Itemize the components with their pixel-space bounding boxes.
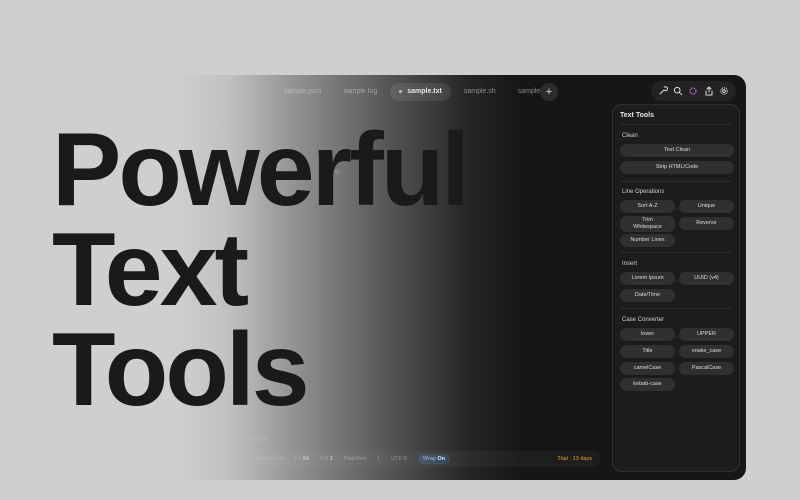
upper-case-button[interactable]: UPPER [679, 328, 734, 341]
text-clean-button[interactable]: Text Clean [620, 144, 734, 157]
panel-title: Text Tools [620, 112, 654, 119]
number-lines-button[interactable]: Number Lines [620, 234, 675, 247]
wrench-icon[interactable] [657, 85, 669, 97]
snake-case-button[interactable]: snake_case [679, 345, 734, 358]
divider [620, 181, 732, 182]
uuid-button[interactable]: UUID (v4) [679, 272, 734, 285]
tab-sample-log[interactable]: sample.log [334, 83, 386, 101]
text-tools-panel: Text Tools Clean Text Clean Strip HTML/C… [612, 104, 740, 472]
encoding-indicator[interactable]: UTF-8 [391, 456, 407, 462]
tab-sample-txt[interactable]: sample.txt [390, 83, 451, 101]
status-bar: Read 2 min Ln 64 Col 1 PlainText 1 UTF-8… [248, 451, 600, 467]
trial-badge[interactable]: Trial · 13 days [557, 456, 592, 462]
strip-html-button[interactable]: Strip HTML/Code [620, 161, 734, 174]
wrap-toggle[interactable]: Wrap On [417, 454, 450, 464]
title-case-button[interactable]: Title [620, 345, 675, 358]
section-title-insert: Insert [622, 261, 638, 267]
headline-line: Tools [52, 312, 310, 428]
date-time-button[interactable]: Date/Time [620, 289, 675, 302]
lower-case-button[interactable]: lower [620, 328, 675, 341]
tab-sample-sh[interactable]: sample.sh [455, 83, 505, 101]
divider [620, 252, 732, 253]
theme-icon[interactable] [687, 85, 699, 97]
divider [620, 308, 732, 309]
camel-case-button[interactable]: camelCase [620, 362, 675, 375]
divider [620, 124, 732, 125]
sort-az-button[interactable]: Sort A-Z [620, 200, 675, 213]
syntax-selector[interactable]: PlainText [344, 456, 366, 462]
section-title-clean: Clean [622, 133, 638, 139]
kebab-case-button[interactable]: kebab-case [620, 378, 675, 391]
search-icon[interactable] [672, 85, 684, 97]
read-time: Read 2 min [256, 456, 285, 462]
headline: Powerful Text Tools [52, 112, 470, 428]
pascal-case-button[interactable]: PascalCase [679, 362, 734, 375]
trim-whitespace-button[interactable]: Trim Whitespace [620, 216, 675, 232]
section-title-line-operations: Line Operations [622, 189, 665, 195]
unique-button[interactable]: Unique [679, 200, 734, 213]
tab-label: sample.txt [407, 88, 442, 95]
modified-dot-icon [399, 89, 403, 93]
editor-text-line: A, is/ook [238, 434, 269, 443]
column-indicator: Col 1 [319, 456, 333, 462]
add-tab-button[interactable]: + [540, 83, 558, 101]
gear-icon[interactable] [718, 85, 730, 97]
tab-sample-json[interactable]: sample.json [275, 83, 330, 101]
share-icon[interactable] [703, 85, 715, 97]
section-title-case-converter: Case Converter [622, 317, 665, 323]
toolbar [651, 81, 736, 101]
tab-bar: sample.json sample.log sample.txt sample… [275, 83, 560, 101]
headline-line: Text [52, 212, 249, 328]
reverse-button[interactable]: Reverse [679, 217, 734, 230]
lorem-ipsum-button[interactable]: Lorem Ipsum [620, 272, 675, 285]
line-indicator: Ln 64 [295, 456, 309, 462]
headline-line: Powerful [52, 112, 470, 228]
indent-indicator[interactable]: 1 [377, 456, 380, 462]
